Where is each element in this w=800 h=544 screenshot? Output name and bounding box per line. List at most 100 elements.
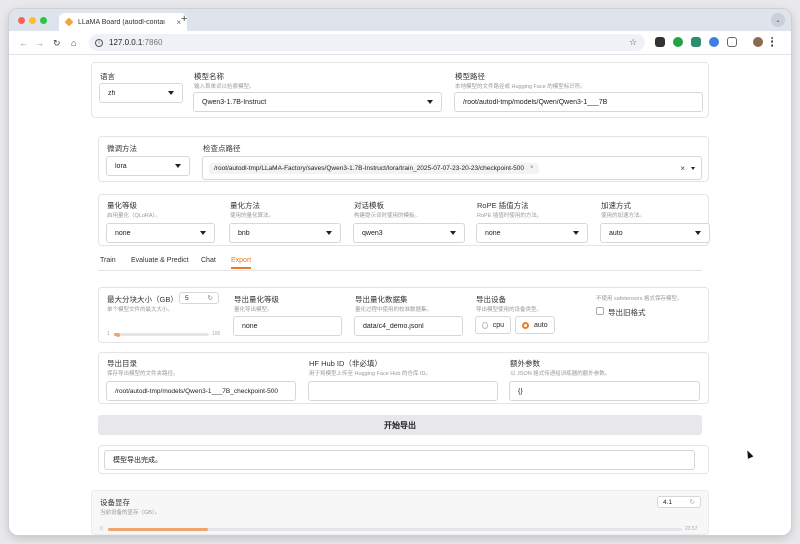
radio-selected-icon <box>522 321 529 329</box>
tab-chat[interactable]: Chat <box>201 257 216 264</box>
quant-method-select[interactable]: bnb <box>229 223 341 243</box>
extensions-puzzle-icon[interactable] <box>727 37 737 47</box>
quant-level-select[interactable]: none <box>106 223 215 243</box>
reload-icon[interactable]: ↻ <box>53 38 61 49</box>
profile-avatar[interactable] <box>753 37 763 47</box>
export-quant-dataset-label: 导出量化数据集 <box>355 295 408 304</box>
extension-a-icon[interactable] <box>691 37 701 47</box>
url-text: 127.0.0.1:7860 <box>109 38 163 47</box>
template-label: 对话模板 <box>354 201 384 210</box>
reset-icon[interactable]: ↻ <box>208 294 213 302</box>
shard-max: 100 <box>212 331 221 337</box>
rope-hint: RoPE 插值时使用的方法。 <box>477 213 543 219</box>
menu-kebab-icon[interactable] <box>771 37 774 47</box>
checkpoint-label: 检查点路径 <box>203 144 241 153</box>
language-select[interactable]: zh <box>99 83 183 103</box>
template-select[interactable]: qwen3 <box>353 223 465 243</box>
export-device-hint: 导出模型使用的设备类型。 <box>476 307 543 313</box>
site-info-icon[interactable]: i <box>95 38 103 47</box>
chevron-down-icon[interactable] <box>691 166 695 170</box>
rope-select[interactable]: none <box>476 223 588 243</box>
start-export-button[interactable]: 开始导出 <box>98 415 702 435</box>
close-window-button[interactable] <box>18 17 25 24</box>
finetune-method-select[interactable]: lora <box>106 156 190 176</box>
shard-size-input[interactable]: 5 ↻ <box>179 292 219 304</box>
export-path-panel: 导出目录 保存导出模型的文件夹路径。 /root/autodl-tmp/mode… <box>98 352 709 404</box>
extension-green-icon[interactable] <box>673 37 683 47</box>
memory-slider <box>108 528 682 531</box>
export-device-label: 导出设备 <box>476 295 506 304</box>
memory-value: 4.1 ↻ <box>657 496 701 508</box>
chevron-down-icon <box>427 100 433 104</box>
model-name-label: 模型名称 <box>194 72 224 81</box>
memory-min: 0 <box>100 526 103 532</box>
export-quant-bit-label: 导出量化等级 <box>234 295 279 304</box>
memory-label: 设备显存 <box>100 498 130 507</box>
tab-export[interactable]: Export <box>231 257 252 269</box>
accel-label: 加速方式 <box>601 201 631 210</box>
hf-hub-input[interactable] <box>308 381 498 401</box>
page-content: 语言 zh 模型名称 输入首单词以检索模型。 Qwen3-1.7B-Instru… <box>9 55 791 535</box>
export-dir-input[interactable]: /root/autodl-tmp/models/Qwen3-1___7B_che… <box>106 381 296 401</box>
legacy-format-checkbox[interactable] <box>596 307 604 315</box>
model-path-input[interactable]: /root/autodl-tmp/models/Qwen/Qwen3-1___7… <box>454 92 703 112</box>
memory-slider-fill <box>108 528 208 531</box>
extra-args-input[interactable]: {} <box>509 381 700 401</box>
hf-hub-hint: 用于将模型上传至 Hugging Face Hub 的仓库 ID。 <box>309 371 431 377</box>
extension-icon[interactable] <box>655 37 665 47</box>
extension-blue-icon[interactable] <box>709 37 719 47</box>
memory-hint: 当前设备的显存（GB）。 <box>100 510 161 516</box>
radio-icon <box>482 321 488 329</box>
checkpoint-chip[interactable]: /root/autodl-tmp/LLaMA-Factory/saves/Qwe… <box>209 162 539 174</box>
extra-args-hint: 以 JSON 格式传递给训练器的额外参数。 <box>510 371 611 377</box>
zoom-window-button[interactable] <box>40 17 47 24</box>
accel-select[interactable]: auto <box>600 223 710 243</box>
browser-tab[interactable]: LLaMA Board (autodl-contai × <box>59 13 187 31</box>
checkpoint-select[interactable]: /root/autodl-tmp/LLaMA-Factory/saves/Qwe… <box>202 156 702 180</box>
main-tabs: Train Evaluate & Predict Chat Export <box>98 257 702 271</box>
device-cpu-radio[interactable]: cpu <box>475 316 511 334</box>
rope-label: RoPE 插值方法 <box>477 201 529 210</box>
model-panel: 语言 zh 模型名称 输入首单词以检索模型。 Qwen3-1.7B-Instru… <box>91 62 709 118</box>
chip-remove-icon[interactable]: × <box>530 165 534 171</box>
clear-icon[interactable]: × <box>680 164 685 173</box>
shard-size-hint: 单个模型文件的最大大小。 <box>107 307 174 313</box>
model-name-select[interactable]: Qwen3-1.7B-Instruct <box>193 92 442 112</box>
export-quant-bit-hint: 量化导出模型。 <box>234 307 273 313</box>
hf-hub-label: HF Hub ID（非必填） <box>309 359 382 368</box>
memory-max: 23.57 <box>685 526 698 532</box>
export-quant-dataset-input[interactable]: data/c4_demo.jsonl <box>354 316 463 336</box>
accel-hint: 使用的加速方法。 <box>601 213 646 219</box>
chevron-down-icon <box>695 231 701 235</box>
model-path-label: 模型路径 <box>455 72 485 81</box>
tab-evaluate[interactable]: Evaluate & Predict <box>131 257 189 264</box>
quant-level-hint: 启用量化（QLoRA）。 <box>107 213 161 219</box>
export-options-panel: 最大分块大小（GB） 5 ↻ 单个模型文件的最大大小。 1 100 导出量化等级 … <box>98 287 709 343</box>
browser-window: LLaMA Board (autodl-contai × + ⌄ ← → ↻ ⌂… <box>9 9 791 535</box>
model-path-hint: 本地模型的文件路径或 Hugging Face 的模型标识符。 <box>455 84 586 90</box>
extra-args-label: 额外参数 <box>510 359 540 368</box>
quant-method-label: 量化方法 <box>230 201 260 210</box>
forward-icon[interactable]: → <box>35 38 44 48</box>
bookmark-star-icon[interactable]: ☆ <box>629 37 637 48</box>
export-quant-dataset-hint: 量化过程中使用的校准数据集。 <box>355 307 433 313</box>
home-icon[interactable]: ⌂ <box>71 38 76 48</box>
shard-size-slider[interactable] <box>114 333 209 336</box>
memory-panel: 设备显存 当前设备的显存（GB）。 4.1 ↻ 0 23.57 <box>91 490 709 535</box>
address-bar[interactable]: i 127.0.0.1:7860 <box>89 34 645 51</box>
minimize-window-button[interactable] <box>29 17 36 24</box>
tab-search-button[interactable]: ⌄ <box>771 13 785 27</box>
tab-train[interactable]: Train <box>100 257 116 264</box>
device-auto-radio[interactable]: auto <box>515 316 555 334</box>
quant-panel: 量化等级 启用量化（QLoRA）。 none 量化方法 使用的量化算法。 bnb… <box>98 194 710 246</box>
back-icon[interactable]: ← <box>19 38 28 48</box>
chevron-down-icon <box>175 164 181 168</box>
reset-icon: ↻ <box>689 499 695 506</box>
chevron-down-icon <box>450 231 456 235</box>
new-tab-button[interactable]: + <box>181 13 187 25</box>
mouse-cursor-icon <box>744 449 754 459</box>
legacy-format-label: 导出旧格式 <box>608 308 646 317</box>
export-quant-bit-select[interactable]: none <box>233 316 342 336</box>
favicon-icon <box>64 17 74 27</box>
shard-slider-handle[interactable] <box>115 332 120 337</box>
